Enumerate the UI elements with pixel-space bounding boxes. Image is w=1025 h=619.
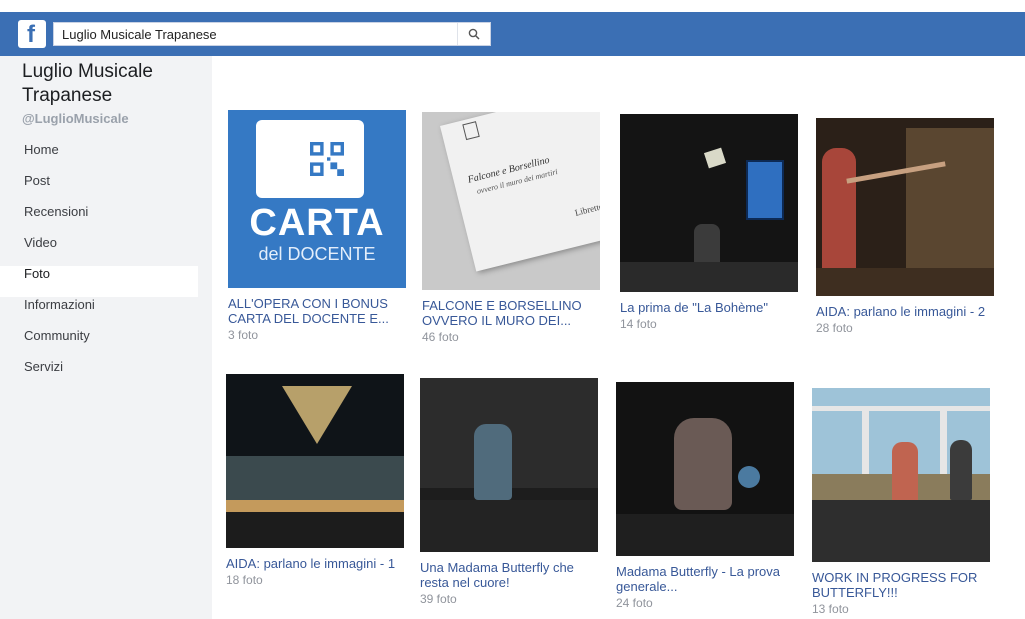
sidebar-item-home[interactable]: Home	[0, 142, 212, 173]
facebook-logo-icon[interactable]: f	[18, 20, 46, 48]
album-card: WORK IN PROGRESS FOR BUTTERFLY!!! 13 fot…	[812, 388, 990, 616]
album-title[interactable]: FALCONE E BORSELLINO OVVERO IL MURO DEI.…	[422, 298, 600, 328]
stage-truss	[812, 406, 990, 411]
album-thumbnail[interactable]	[620, 114, 798, 292]
falling-paper	[703, 147, 727, 169]
album-card: Falcone e Borsellino ovvero il muro dei …	[422, 112, 600, 344]
page-handle[interactable]: @LuglioMusicale	[22, 111, 129, 126]
album-title[interactable]: Una Madama Butterfly che resta nel cuore…	[420, 560, 598, 590]
sidebar-item-informazioni[interactable]: Informazioni	[0, 297, 212, 328]
stage-floor	[616, 514, 794, 556]
album-thumbnail[interactable]	[226, 374, 404, 548]
libretto-page: Falcone e Borsellino ovvero il muro dei …	[440, 112, 600, 272]
qr-card-icon	[256, 120, 364, 198]
stage-window	[746, 160, 784, 220]
sidebar-item-recensioni[interactable]: Recensioni	[0, 204, 212, 235]
qr-code-icon	[310, 142, 344, 176]
album-photo-count: 39 foto	[420, 592, 457, 606]
search-input[interactable]	[54, 23, 457, 45]
album-card: CARTA del DOCENTE ALL'OPERA CON I BONUS …	[228, 110, 406, 342]
album-thumbnail[interactable]	[812, 388, 990, 562]
album-thumbnail[interactable]	[420, 378, 598, 552]
album-card: Una Madama Butterfly che resta nel cuore…	[420, 378, 598, 606]
search-box	[53, 22, 491, 46]
top-bar: f	[0, 12, 1025, 56]
sidebar-nav: Home Post Recensioni Video Foto Informaz…	[0, 142, 212, 390]
worker-figure	[892, 442, 918, 506]
album-card: AIDA: parlano le immagini - 1 18 foto	[226, 374, 404, 587]
album-thumbnail[interactable]: CARTA del DOCENTE	[228, 110, 406, 288]
album-card: AIDA: parlano le immagini - 2 28 foto	[816, 118, 994, 335]
stage-edge	[226, 500, 404, 512]
album-card: La prima de "La Bohème" 14 foto	[620, 114, 798, 331]
album-thumbnail[interactable]: Falcone e Borsellino ovvero il muro dei …	[422, 112, 600, 290]
sidebar-item-video[interactable]: Video	[0, 235, 212, 266]
sidebar: Luglio Musicale Trapanese @LuglioMusical…	[0, 56, 212, 619]
album-photo-count: 28 foto	[816, 321, 853, 335]
thumb-word: CARTA	[249, 202, 385, 244]
album-title[interactable]: AIDA: parlano le immagini - 2	[816, 304, 994, 319]
page-title[interactable]: Luglio Musicale Trapanese	[22, 60, 202, 108]
stage-floor	[226, 512, 404, 548]
album-title[interactable]: WORK IN PROGRESS FOR BUTTERFLY!!!	[812, 570, 990, 600]
stage-floor	[420, 500, 598, 552]
worker-figure	[950, 440, 972, 500]
sidebar-item-servizi[interactable]: Servizi	[0, 359, 212, 390]
album-photo-count: 24 foto	[616, 596, 653, 610]
album-title[interactable]: ALL'OPERA CON I BONUS CARTA DEL DOCENTE …	[228, 296, 406, 326]
sidebar-item-foto[interactable]: Foto	[0, 266, 198, 297]
album-card: Madama Butterfly - La prova generale... …	[616, 382, 794, 610]
album-photo-count: 46 foto	[422, 330, 459, 344]
stage-floor	[620, 262, 798, 292]
album-photo-count: 13 foto	[812, 602, 849, 616]
search-button[interactable]	[457, 23, 490, 45]
album-photo-count: 3 foto	[228, 328, 259, 342]
album-thumbnail[interactable]	[616, 382, 794, 556]
fan-prop	[738, 466, 760, 488]
album-title[interactable]: Madama Butterfly - La prova generale...	[616, 564, 794, 594]
album-title[interactable]: AIDA: parlano le immagini - 1	[226, 556, 404, 571]
singer-figure	[674, 418, 732, 510]
chorus-group	[226, 456, 404, 500]
sidebar-item-community[interactable]: Community	[0, 328, 212, 359]
singer-figure	[474, 424, 512, 500]
stage-floor	[812, 500, 990, 562]
album-photo-count: 18 foto	[226, 573, 263, 587]
thumb-sub: del DOCENTE	[258, 244, 376, 264]
emblem-icon	[462, 121, 480, 141]
doc-corner: Libretto	[573, 201, 600, 218]
stage-floor	[816, 268, 994, 296]
logo-letter: f	[27, 21, 35, 48]
album-title[interactable]: La prima de "La Bohème"	[620, 300, 798, 315]
sidebar-item-post[interactable]: Post	[0, 173, 212, 204]
album-photo-count: 14 foto	[620, 317, 657, 331]
album-thumbnail[interactable]	[816, 118, 994, 296]
stage-pyramid	[282, 386, 352, 444]
search-icon	[468, 28, 480, 40]
